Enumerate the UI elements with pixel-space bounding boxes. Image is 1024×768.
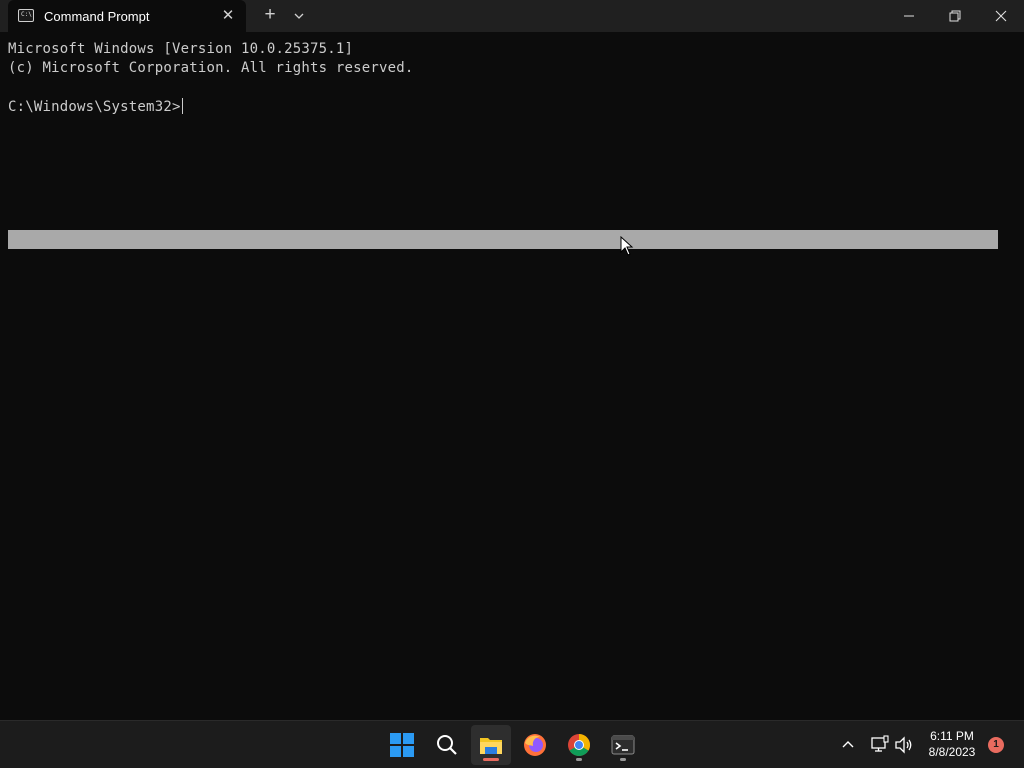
minimize-icon <box>904 15 914 17</box>
clock-time: 6:11 PM <box>930 729 974 743</box>
close-window-button[interactable] <box>978 0 1024 32</box>
tab-title: Command Prompt <box>44 9 150 24</box>
minimize-button[interactable] <box>886 0 932 32</box>
volume-icon[interactable] <box>893 734 915 756</box>
console-area[interactable]: Microsoft Windows [Version 10.0.25375.1]… <box>0 32 1024 720</box>
tab-command-prompt[interactable]: C:\ Command Prompt ✕ <box>8 0 246 32</box>
taskbar: 6:11 PM 8/8/2023 1 <box>0 720 1024 768</box>
active-app-indicator <box>483 758 499 761</box>
cmd-icon: C:\ <box>18 9 34 22</box>
restore-icon <box>949 10 961 22</box>
console-prompt-line[interactable]: C:\Windows\System32> <box>8 98 183 115</box>
tab-dropdown-button[interactable] <box>288 4 310 28</box>
system-clock[interactable]: 6:11 PM 8/8/2023 <box>920 728 984 760</box>
start-icon <box>390 733 414 757</box>
chrome-icon <box>568 734 590 756</box>
console-prompt: C:\Windows\System32> <box>8 99 181 115</box>
chevron-up-icon[interactable] <box>838 735 858 755</box>
search-icon <box>437 735 457 755</box>
network-icon[interactable] <box>869 734 891 756</box>
clock-date: 8/8/2023 <box>928 745 976 759</box>
restore-button[interactable] <box>932 0 978 32</box>
mouse-pointer-icon <box>620 236 634 256</box>
chevron-down-icon <box>294 13 304 19</box>
notification-badge[interactable]: 1 <box>988 737 1004 753</box>
running-app-indicator <box>576 758 582 761</box>
title-bar: C:\ Command Prompt ✕ + <box>0 0 1024 32</box>
search-button[interactable] <box>427 725 467 765</box>
text-cursor <box>181 98 183 114</box>
close-tab-button[interactable]: ✕ <box>218 6 238 26</box>
firefox-icon <box>524 734 546 756</box>
close-icon <box>995 10 1007 22</box>
console-line-version: Microsoft Windows [Version 10.0.25375.1] <box>8 41 354 57</box>
selection-highlight-bar <box>8 230 998 249</box>
console-line-copyright: (c) Microsoft Corporation. All rights re… <box>8 60 414 76</box>
start-button[interactable] <box>382 725 422 765</box>
running-app-indicator <box>620 758 626 761</box>
file-explorer-icon <box>480 738 502 754</box>
terminal-icon <box>611 735 635 755</box>
taskbar-firefox[interactable] <box>515 725 555 765</box>
new-tab-button[interactable]: + <box>258 4 282 28</box>
